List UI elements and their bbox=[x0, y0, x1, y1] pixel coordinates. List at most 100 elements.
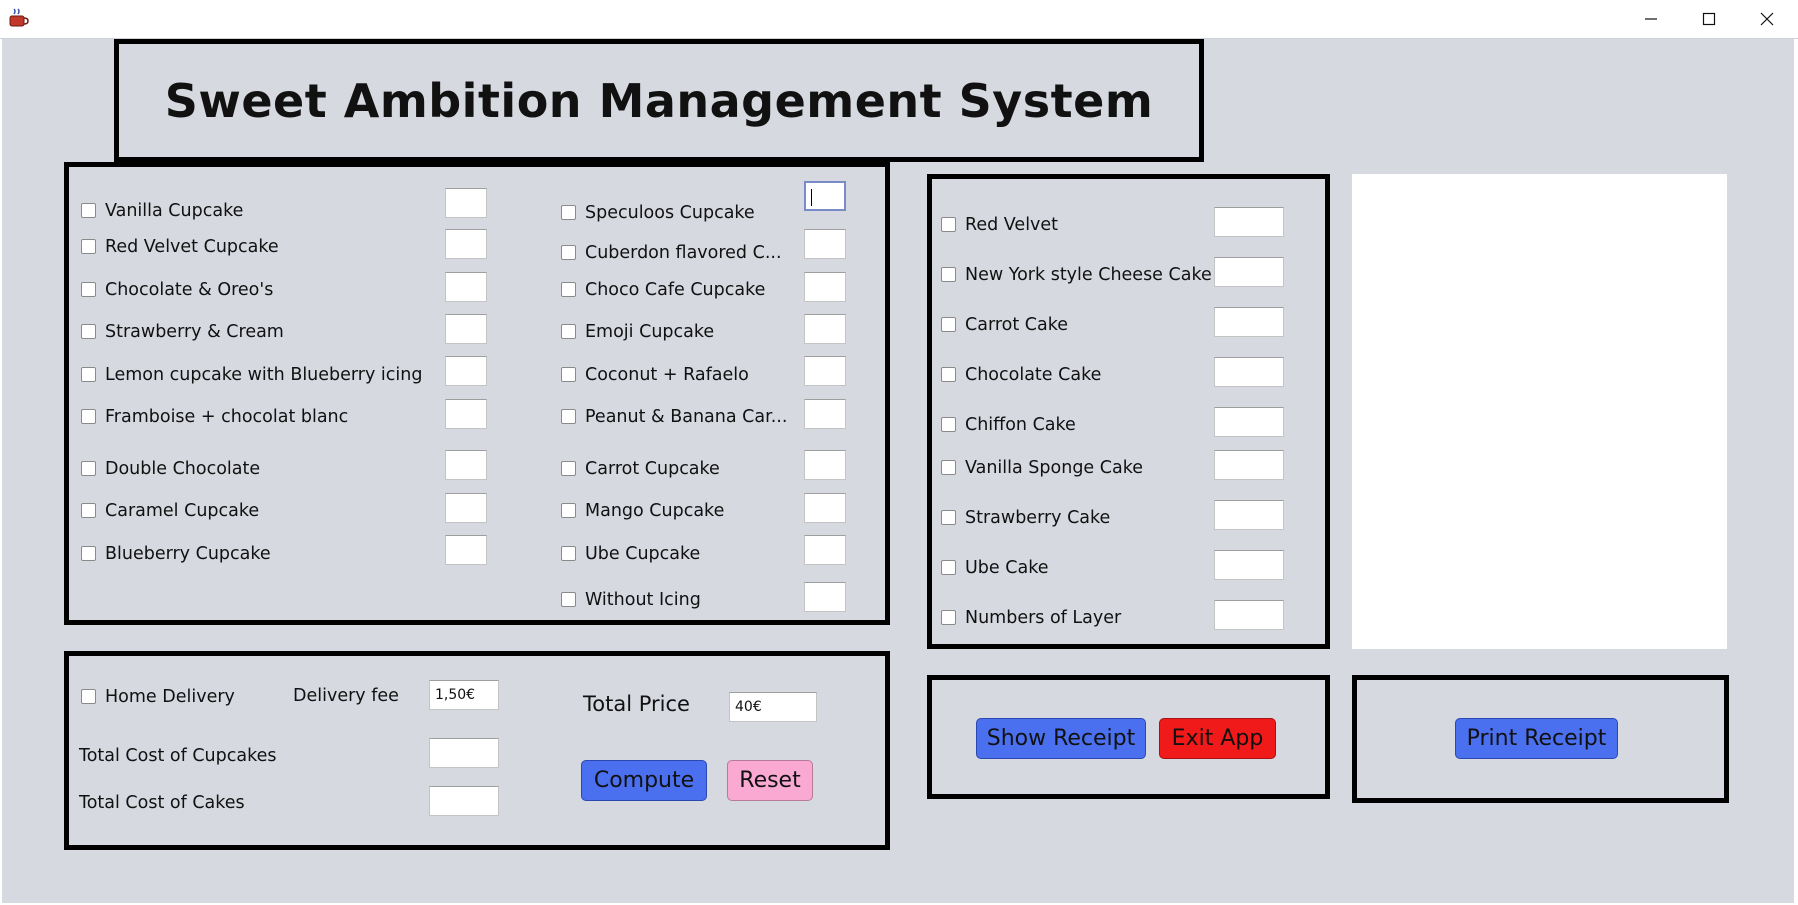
exit-app-button[interactable]: Exit App bbox=[1159, 718, 1276, 759]
cupcake-checkbox[interactable] bbox=[561, 409, 576, 424]
cupcake-qty-field[interactable] bbox=[445, 535, 487, 565]
cupcake-qty-field[interactable] bbox=[445, 399, 487, 429]
cake-checkbox[interactable] bbox=[941, 417, 956, 432]
cakes-panel: Red Velvet New York style Cheese Cake Ca… bbox=[927, 174, 1330, 649]
cake-checkbox[interactable] bbox=[941, 317, 956, 332]
cupcake-checkbox[interactable] bbox=[561, 205, 576, 220]
cupcake-checkbox[interactable] bbox=[561, 282, 576, 297]
cupcake-label: Ube Cupcake bbox=[585, 544, 701, 564]
cupcake-checkbox[interactable] bbox=[81, 546, 96, 561]
cake-label: Strawberry Cake bbox=[965, 508, 1111, 528]
cupcake-qty-field[interactable] bbox=[445, 314, 487, 344]
cupcake-qty-field[interactable] bbox=[804, 582, 846, 612]
delivery-fee-field[interactable]: 1,50€ bbox=[429, 680, 499, 710]
cupcake-qty-field[interactable] bbox=[804, 450, 846, 480]
cupcake-qty-field[interactable] bbox=[804, 229, 846, 259]
cake-checkbox[interactable] bbox=[941, 267, 956, 282]
window-title-bar bbox=[0, 0, 1798, 39]
cupcake-checkbox[interactable] bbox=[561, 546, 576, 561]
cake-qty-field[interactable] bbox=[1214, 307, 1284, 337]
cupcake-qty-field[interactable] bbox=[445, 450, 487, 480]
cupcake-checkbox[interactable] bbox=[561, 592, 576, 607]
cakes-cost-field[interactable] bbox=[429, 786, 499, 816]
cupcake-qty-field[interactable] bbox=[804, 493, 846, 523]
cake-label: Carrot Cake bbox=[965, 315, 1068, 335]
cupcake-qty-field[interactable] bbox=[804, 314, 846, 344]
cake-label: Numbers of Layer bbox=[965, 608, 1122, 628]
total-price-label: Total Price bbox=[583, 692, 690, 716]
cake-checkbox[interactable] bbox=[941, 460, 956, 475]
cupcake-checkbox[interactable] bbox=[81, 324, 96, 339]
receipt-text-area[interactable] bbox=[1352, 174, 1727, 649]
close-icon[interactable] bbox=[1738, 0, 1796, 38]
cupcake-checkbox[interactable] bbox=[81, 409, 96, 424]
app-client-area: Sweet Ambition Management System Vanilla… bbox=[2, 39, 1794, 903]
cake-checkbox[interactable] bbox=[941, 510, 956, 525]
cupcake-label: Strawberry & Cream bbox=[105, 322, 284, 342]
cupcake-label: Double Chocolate bbox=[105, 459, 261, 479]
cake-qty-field[interactable] bbox=[1214, 207, 1284, 237]
cake-qty-field[interactable] bbox=[1214, 550, 1284, 580]
cupcake-checkbox[interactable] bbox=[81, 203, 96, 218]
compute-button[interactable]: Compute bbox=[581, 760, 707, 801]
cake-checkbox[interactable] bbox=[941, 610, 956, 625]
cupcake-checkbox[interactable] bbox=[81, 367, 96, 382]
print-receipt-button[interactable]: Print Receipt bbox=[1455, 718, 1618, 759]
minimize-icon[interactable] bbox=[1622, 0, 1680, 38]
cupcake-qty-field[interactable] bbox=[445, 188, 487, 218]
cupcake-checkbox[interactable] bbox=[561, 367, 576, 382]
cake-qty-field[interactable] bbox=[1214, 600, 1284, 630]
cupcake-qty-field[interactable] bbox=[804, 535, 846, 565]
cupcake-qty-field[interactable] bbox=[804, 181, 846, 211]
cupcake-checkbox[interactable] bbox=[561, 245, 576, 260]
cupcake-label: Without Icing bbox=[585, 590, 701, 610]
cupcake-label: Framboise + chocolat blanc bbox=[105, 407, 349, 427]
actions-panel: Show Receipt Exit App bbox=[927, 675, 1330, 799]
cake-label: Vanilla Sponge Cake bbox=[965, 458, 1143, 478]
home-delivery-checkbox[interactable] bbox=[81, 689, 96, 704]
cupcake-qty-field[interactable] bbox=[445, 272, 487, 302]
cupcake-checkbox[interactable] bbox=[561, 503, 576, 518]
cupcake-checkbox[interactable] bbox=[81, 503, 96, 518]
cake-checkbox[interactable] bbox=[941, 217, 956, 232]
cupcake-label: Caramel Cupcake bbox=[105, 501, 260, 521]
title-panel: Sweet Ambition Management System bbox=[114, 39, 1204, 162]
show-receipt-button[interactable]: Show Receipt bbox=[976, 718, 1146, 759]
cupcake-label: Mango Cupcake bbox=[585, 501, 725, 521]
cake-checkbox[interactable] bbox=[941, 560, 956, 575]
cupcake-qty-field[interactable] bbox=[445, 356, 487, 386]
cake-qty-field[interactable] bbox=[1214, 357, 1284, 387]
cupcake-label: Choco Cafe Cupcake bbox=[585, 280, 766, 300]
cake-qty-field[interactable] bbox=[1214, 450, 1284, 480]
cake-label: Chiffon Cake bbox=[965, 415, 1076, 435]
cupcake-label: Carrot Cupcake bbox=[585, 459, 720, 479]
cake-qty-field[interactable] bbox=[1214, 407, 1284, 437]
cupcake-qty-field[interactable] bbox=[804, 356, 846, 386]
cupcake-label: Coconut + Rafaelo bbox=[585, 365, 749, 385]
cupcake-checkbox[interactable] bbox=[81, 282, 96, 297]
cupcake-qty-field[interactable] bbox=[804, 399, 846, 429]
cupcake-label: Emoji Cupcake bbox=[585, 322, 715, 342]
cupcake-checkbox[interactable] bbox=[561, 461, 576, 476]
text-caret bbox=[811, 189, 812, 206]
cupcake-label: Red Velvet Cupcake bbox=[105, 237, 279, 257]
cupcake-checkbox[interactable] bbox=[561, 324, 576, 339]
cupcake-qty-field[interactable] bbox=[445, 229, 487, 259]
reset-button[interactable]: Reset bbox=[727, 760, 813, 801]
cupcakes-cost-field[interactable] bbox=[429, 738, 499, 768]
cupcake-label: Peanut & Banana Car... bbox=[585, 407, 788, 427]
cakes-cost-label: Total Cost of Cakes bbox=[79, 793, 245, 813]
cupcake-label: Chocolate & Oreo's bbox=[105, 280, 274, 300]
maximize-icon[interactable] bbox=[1680, 0, 1738, 38]
cupcake-checkbox[interactable] bbox=[81, 239, 96, 254]
cupcake-checkbox[interactable] bbox=[81, 461, 96, 476]
total-price-field[interactable]: 40€ bbox=[729, 692, 817, 722]
cupcake-qty-field[interactable] bbox=[804, 272, 846, 302]
cake-checkbox[interactable] bbox=[941, 367, 956, 382]
cake-qty-field[interactable] bbox=[1214, 500, 1284, 530]
totals-panel: Home Delivery Delivery fee 1,50€ Total C… bbox=[64, 651, 890, 850]
cake-qty-field[interactable] bbox=[1214, 257, 1284, 287]
java-coffee-icon[interactable] bbox=[8, 8, 30, 28]
cupcakes-cost-label: Total Cost of Cupcakes bbox=[79, 746, 277, 766]
cupcake-qty-field[interactable] bbox=[445, 493, 487, 523]
